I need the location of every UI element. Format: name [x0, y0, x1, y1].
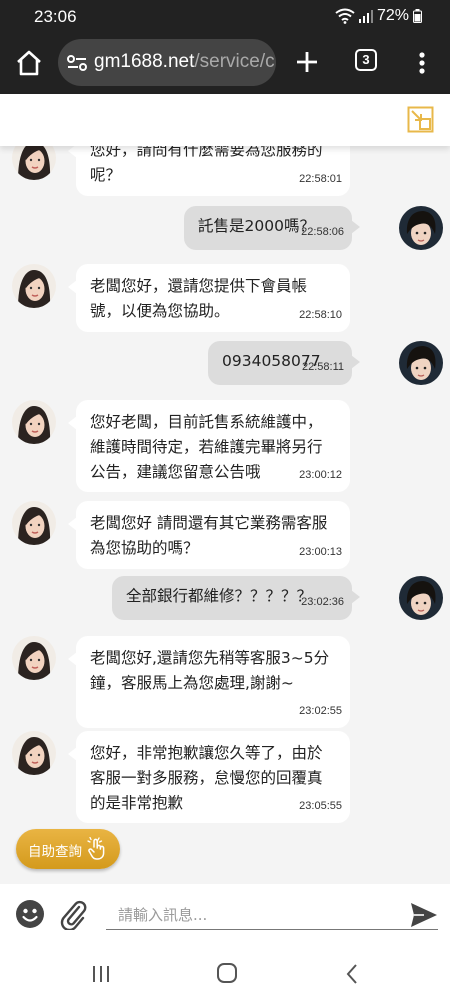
- message-time: 22:58:06: [301, 226, 344, 238]
- message-bubble: 全部銀行都維修？？？？？ 23:02:36: [112, 576, 352, 620]
- message-time: 22:58:10: [299, 309, 342, 321]
- message-time: 23:00:13: [299, 546, 342, 558]
- url-domain: gm1688.net: [94, 51, 195, 72]
- user-avatar: [399, 341, 443, 385]
- battery-icon: [413, 9, 422, 23]
- url-path: /service/c: [194, 51, 275, 72]
- home-nav-icon[interactable]: [216, 962, 238, 984]
- message-time: 22:58:01: [299, 173, 342, 185]
- message-input[interactable]: [106, 900, 438, 930]
- site-settings-icon[interactable]: [66, 53, 88, 73]
- signal-icon: [358, 10, 373, 23]
- agent-avatar: [12, 400, 56, 444]
- agent-avatar: [12, 731, 56, 775]
- self-service-label: 自助查詢: [28, 844, 82, 860]
- agent-avatar: [12, 264, 56, 308]
- message-time: 23:00:12: [299, 469, 342, 481]
- system-navigation-bar: [0, 946, 450, 1000]
- emoji-icon[interactable]: [15, 899, 45, 929]
- address-bar[interactable]: gm1688.net/service/c: [58, 39, 276, 86]
- back-nav-icon[interactable]: [345, 963, 359, 985]
- recent-apps-icon[interactable]: [90, 964, 112, 984]
- message-input-bar: [0, 884, 450, 946]
- message-text: 老闆您好,還請您先稍等客服3~5分鐘，客服馬上為您處理,謝謝~: [90, 649, 330, 692]
- agent-avatar: [12, 636, 56, 680]
- minimize-window-icon[interactable]: [407, 106, 434, 133]
- message-bubble: 老闆您好，還請您提供下會員帳號，以便為您協助。 22:58:10: [76, 264, 350, 332]
- more-menu-icon[interactable]: [413, 48, 431, 78]
- agent-avatar: [12, 501, 56, 545]
- agent-avatar: [12, 146, 56, 180]
- attachment-icon[interactable]: [58, 898, 88, 930]
- user-avatar: [399, 576, 443, 620]
- wifi-icon: [335, 8, 355, 24]
- message-bubble: 老闆您好,還請您先稍等客服3~5分鐘，客服馬上為您處理,謝謝~ 23:02:55: [76, 636, 350, 728]
- send-icon[interactable]: [410, 902, 438, 928]
- status-indicators: 72%: [335, 7, 422, 25]
- message-time: 22:58:11: [301, 361, 344, 373]
- message-bubble: 老闆您好 請問還有其它業務需客服為您協助的嗎？ 23:00:13: [76, 501, 350, 569]
- message-bubble: 您好老闆，目前託售系統維護中，維護時間待定，若維護完畢將另行公告，建議您留意公告…: [76, 400, 350, 492]
- message-time: 23:05:55: [299, 800, 342, 812]
- message-bubble: 0934058077 22:58:11: [208, 341, 352, 385]
- message-time: 23:02:36: [301, 596, 344, 608]
- bubble-tail: [351, 220, 360, 234]
- status-time: 23:06: [34, 7, 77, 26]
- message-bubble: 託售是2000嗎？ 22:58:06: [184, 206, 352, 250]
- new-tab-icon[interactable]: [292, 47, 322, 77]
- home-icon[interactable]: [14, 48, 44, 78]
- chat-header: [0, 94, 450, 146]
- battery-percent: 72%: [376, 7, 409, 24]
- bubble-tail: [351, 590, 360, 604]
- message-time: 23:02:55: [299, 705, 342, 717]
- tab-switcher-button[interactable]: 3: [355, 49, 377, 71]
- tap-hand-icon: [87, 837, 105, 860]
- user-avatar: [399, 206, 443, 250]
- message-bubble: 您好，請問有什麼需要為您服務的呢？ 22:58:01: [76, 146, 350, 196]
- url-text: gm1688.net/service/c: [94, 51, 275, 73]
- chat-message-list[interactable]: 您好，請問有什麼需要為您服務的呢？ 22:58:01 託售是2000嗎？ 22:58:…: [0, 146, 450, 884]
- bubble-tail: [351, 355, 360, 369]
- status-bar: 23:06 72%: [0, 0, 450, 34]
- browser-toolbar: gm1688.net/service/c 3: [0, 34, 450, 94]
- self-service-button[interactable]: 自助查詢: [16, 829, 120, 869]
- message-bubble: 您好，非常抱歉讓您久等了，由於客服一對多服務，怠慢您的回覆真的是非常抱歉 23:0…: [76, 731, 350, 823]
